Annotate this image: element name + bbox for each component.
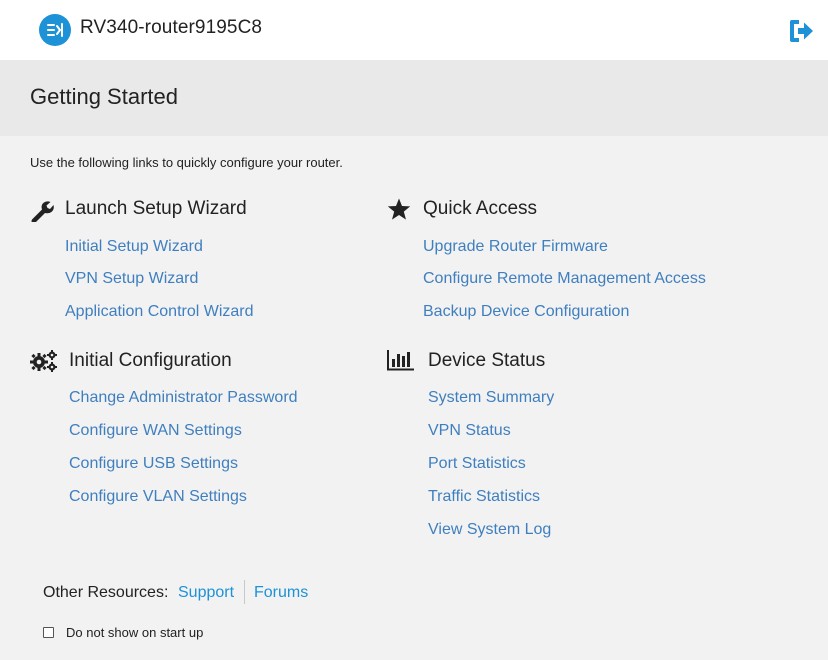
link-change-admin-password[interactable]: Change Administrator Password [69, 389, 298, 407]
link-application-control-wizard[interactable]: Application Control Wizard [65, 303, 254, 321]
top-header: RV340-router9195C8 [0, 0, 828, 60]
menu-collapse-icon[interactable] [39, 14, 71, 46]
gears-icon [30, 350, 58, 377]
link-view-system-log[interactable]: View System Log [428, 521, 551, 539]
wrench-icon [30, 200, 54, 227]
other-resources-label: Other Resources: [43, 584, 169, 601]
section-title: Quick Access [423, 198, 538, 219]
forums-link[interactable]: Forums [254, 584, 308, 602]
app-root: RV340-router9195C8 Getting Started Use t… [0, 0, 828, 660]
star-icon [387, 198, 411, 226]
link-vpn-status[interactable]: VPN Status [428, 422, 511, 440]
resource-divider [244, 580, 245, 604]
bar-chart-icon [387, 350, 415, 377]
support-link[interactable]: Support [178, 584, 234, 602]
dont-show-label: Do not show on start up [66, 625, 204, 640]
link-system-summary[interactable]: System Summary [428, 389, 554, 407]
link-configure-remote-management[interactable]: Configure Remote Management Access [423, 270, 706, 288]
section-title: Device Status [428, 350, 546, 371]
device-name: RV340-router9195C8 [80, 17, 263, 38]
intro-text: Use the following links to quickly confi… [30, 155, 343, 170]
link-vpn-setup-wizard[interactable]: VPN Setup Wizard [65, 270, 198, 288]
link-configure-vlan-settings[interactable]: Configure VLAN Settings [69, 488, 247, 506]
link-configure-usb-settings[interactable]: Configure USB Settings [69, 455, 238, 473]
link-upgrade-router-firmware[interactable]: Upgrade Router Firmware [423, 238, 608, 256]
link-configure-wan-settings[interactable]: Configure WAN Settings [69, 422, 242, 440]
logout-icon[interactable] [787, 18, 815, 44]
link-backup-device-configuration[interactable]: Backup Device Configuration [423, 303, 629, 321]
dont-show-checkbox[interactable] [43, 627, 54, 638]
section-title: Initial Configuration [69, 350, 232, 371]
link-initial-setup-wizard[interactable]: Initial Setup Wizard [65, 238, 203, 256]
link-traffic-statistics[interactable]: Traffic Statistics [428, 488, 540, 506]
link-port-statistics[interactable]: Port Statistics [428, 455, 526, 473]
section-title: Launch Setup Wizard [65, 198, 247, 219]
page-title: Getting Started [30, 84, 178, 109]
